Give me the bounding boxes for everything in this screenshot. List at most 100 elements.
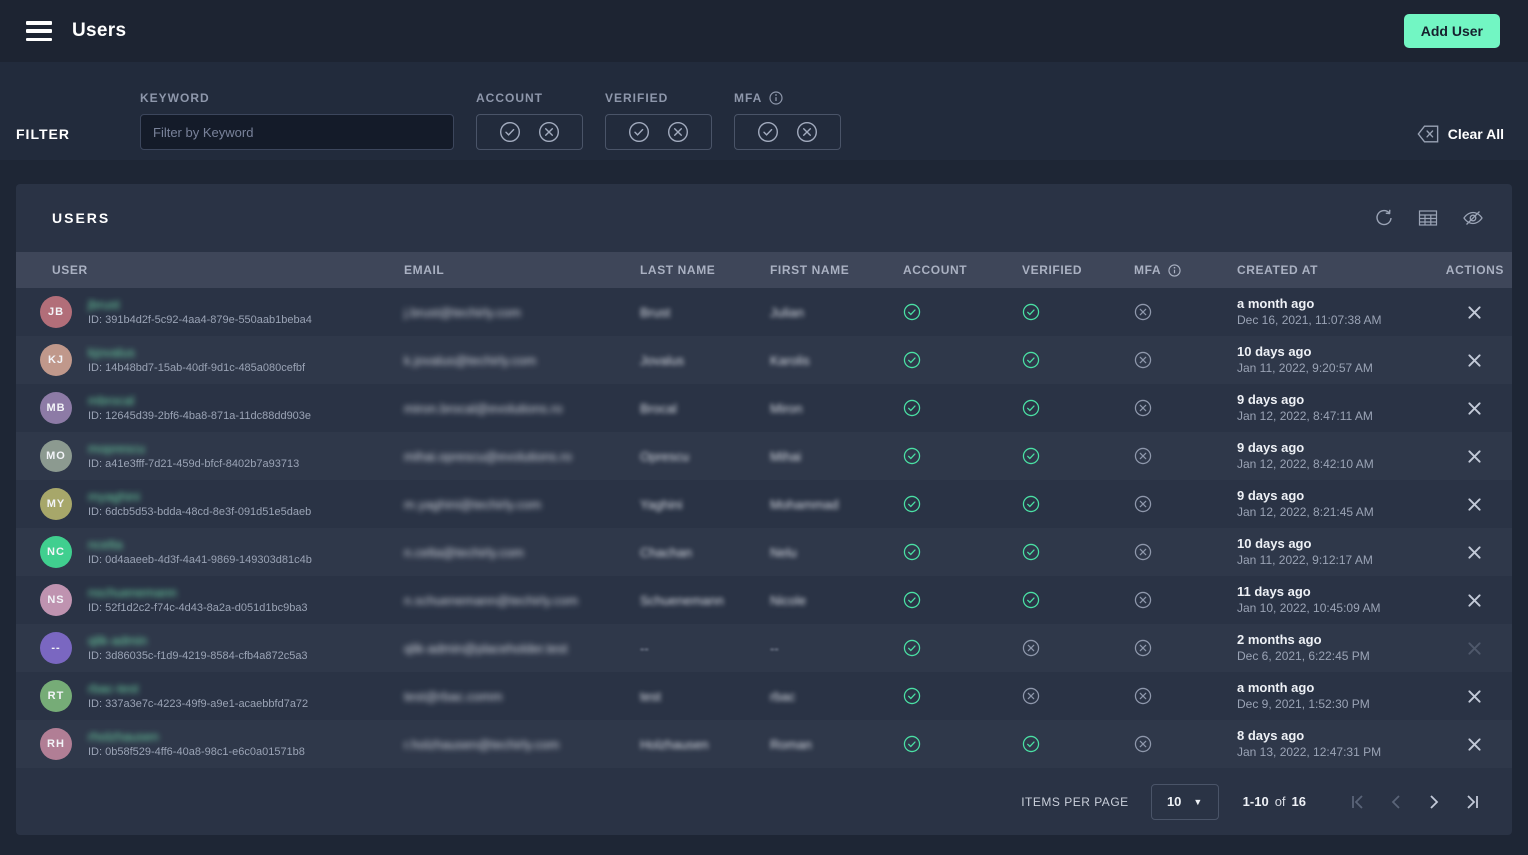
items-per-page-select[interactable]: 10 ▼	[1151, 784, 1219, 820]
delete-user-button[interactable]	[1467, 689, 1482, 704]
chevron-down-icon: ▼	[1193, 797, 1202, 807]
user-first-name-redacted: Roman	[770, 737, 903, 752]
col-first-name[interactable]: FIRST NAME	[770, 263, 903, 277]
user-email-redacted: miron.brocal@evolutions.ro	[404, 401, 640, 416]
clear-all-button[interactable]: Clear All	[1417, 125, 1504, 143]
check-circle-icon	[903, 735, 921, 753]
col-verified[interactable]: VERIFIED	[1022, 263, 1134, 277]
account-status	[903, 735, 1022, 753]
info-icon[interactable]	[769, 91, 783, 105]
check-circle-icon	[903, 351, 921, 369]
created-relative: 2 months ago	[1237, 632, 1440, 648]
user-last-name-redacted: Yaghini	[640, 497, 770, 512]
table-row: MY myaghini ID: 6dcb5d53-bdda-48cd-8e3f-…	[16, 480, 1512, 528]
cross-circle-icon	[1134, 303, 1152, 321]
clear-backspace-icon	[1417, 125, 1439, 143]
user-name-redacted: rholzhausen	[88, 729, 305, 744]
check-circle-icon	[903, 543, 921, 561]
cross-circle-icon	[1134, 735, 1152, 753]
mfa-status	[1134, 591, 1237, 609]
col-mfa[interactable]: MFA	[1134, 263, 1237, 277]
user-email-redacted: j.brust@techirly.com	[404, 305, 640, 320]
user-name-redacted: nschuenemann	[88, 585, 308, 600]
delete-user-button[interactable]	[1467, 497, 1482, 512]
user-last-name-redacted: test	[640, 689, 770, 704]
check-circle-icon[interactable]	[499, 121, 521, 143]
user-email-redacted: mihai.oprescu@evolutions.ro	[404, 449, 640, 464]
table-row: JB jbrust ID: 391b4d2f-5c92-4aa4-879e-55…	[16, 288, 1512, 336]
user-id: ID: 12645d39-2bf6-4ba8-871a-11dc88dd903e	[88, 409, 311, 424]
user-id: ID: 52f1d2c2-f74c-4d43-8a2a-d051d1bc9ba3	[88, 601, 308, 616]
cross-circle-icon[interactable]	[538, 121, 560, 143]
user-first-name-redacted: Mohammad	[770, 497, 903, 512]
cross-circle-icon[interactable]	[667, 121, 689, 143]
check-circle-icon[interactable]	[757, 121, 779, 143]
avatar: KJ	[40, 344, 72, 376]
info-icon[interactable]	[1168, 264, 1181, 277]
check-circle-icon	[903, 639, 921, 657]
col-actions: ACTIONS	[1440, 263, 1512, 277]
verified-status	[1022, 543, 1134, 561]
mfa-filter-group: MFA	[734, 91, 841, 150]
created-timestamp: Jan 12, 2022, 8:21:45 AM	[1237, 504, 1440, 520]
delete-user-button[interactable]	[1467, 353, 1482, 368]
verified-filter-toggle	[605, 114, 712, 150]
user-first-name-redacted: Miron	[770, 401, 903, 416]
mfa-filter-label: MFA	[734, 91, 841, 105]
created-relative: 9 days ago	[1237, 392, 1440, 408]
user-name-redacted: ncelta	[88, 537, 312, 552]
first-page-icon[interactable]	[1350, 794, 1366, 810]
table-row: RT rbac-test ID: 337a3e7c-4223-49f9-a9e1…	[16, 672, 1512, 720]
last-page-icon[interactable]	[1464, 794, 1480, 810]
user-id: ID: 6dcb5d53-bdda-48cd-8e3f-091d51e5daeb	[88, 505, 311, 520]
created-relative: 8 days ago	[1237, 728, 1440, 744]
col-email[interactable]: EMAIL	[404, 263, 640, 277]
account-status	[903, 687, 1022, 705]
delete-user-button[interactable]	[1467, 593, 1482, 608]
avatar: NC	[40, 536, 72, 568]
table-columns-icon[interactable]	[1418, 208, 1438, 228]
user-name-redacted: moprescu	[88, 441, 299, 456]
col-last-name[interactable]: LAST NAME	[640, 263, 770, 277]
col-user[interactable]: USER	[16, 263, 404, 277]
eye-off-icon[interactable]	[1462, 208, 1484, 228]
created-relative: 11 days ago	[1237, 584, 1440, 600]
created-relative: 9 days ago	[1237, 488, 1440, 504]
delete-user-button[interactable]	[1467, 401, 1482, 416]
created-relative: 10 days ago	[1237, 344, 1440, 360]
check-circle-icon	[903, 303, 921, 321]
menu-icon[interactable]	[26, 21, 52, 41]
created-timestamp: Jan 11, 2022, 9:20:57 AM	[1237, 360, 1440, 376]
verified-filter-group: VERIFIED	[605, 91, 712, 150]
check-circle-icon	[1022, 495, 1040, 513]
table-row: MB mbrocal ID: 12645d39-2bf6-4ba8-871a-1…	[16, 384, 1512, 432]
check-circle-icon[interactable]	[628, 121, 650, 143]
next-page-icon[interactable]	[1426, 794, 1442, 810]
keyword-filter-input[interactable]	[140, 114, 454, 150]
keyword-filter-group: KEYWORD	[140, 91, 454, 150]
created-timestamp: Jan 11, 2022, 9:12:17 AM	[1237, 552, 1440, 568]
table-row: MO moprescu ID: a41e3fff-7d21-459d-bfcf-…	[16, 432, 1512, 480]
mfa-status	[1134, 639, 1237, 657]
col-account[interactable]: ACCOUNT	[903, 263, 1022, 277]
delete-user-button[interactable]	[1467, 305, 1482, 320]
cross-circle-icon[interactable]	[796, 121, 818, 143]
add-user-button[interactable]: Add User	[1404, 14, 1500, 48]
user-first-name-redacted: Mihai	[770, 449, 903, 464]
col-created-at[interactable]: CREATED AT	[1237, 263, 1440, 277]
check-circle-icon	[903, 591, 921, 609]
account-status	[903, 447, 1022, 465]
refresh-icon[interactable]	[1374, 208, 1394, 228]
created-timestamp: Dec 16, 2021, 11:07:38 AM	[1237, 312, 1440, 328]
user-id: ID: 0d4aaeeb-4d3f-4a41-9869-149303d81c4b	[88, 553, 312, 568]
delete-user-button[interactable]	[1467, 449, 1482, 464]
avatar: RH	[40, 728, 72, 760]
mfa-status	[1134, 687, 1237, 705]
verified-status	[1022, 591, 1134, 609]
table-row: RH rholzhausen ID: 0b58f529-4ff6-40a8-98…	[16, 720, 1512, 768]
previous-page-icon[interactable]	[1388, 794, 1404, 810]
delete-user-button[interactable]	[1467, 545, 1482, 560]
delete-user-button[interactable]	[1467, 737, 1482, 752]
avatar: MB	[40, 392, 72, 424]
check-circle-icon	[903, 399, 921, 417]
